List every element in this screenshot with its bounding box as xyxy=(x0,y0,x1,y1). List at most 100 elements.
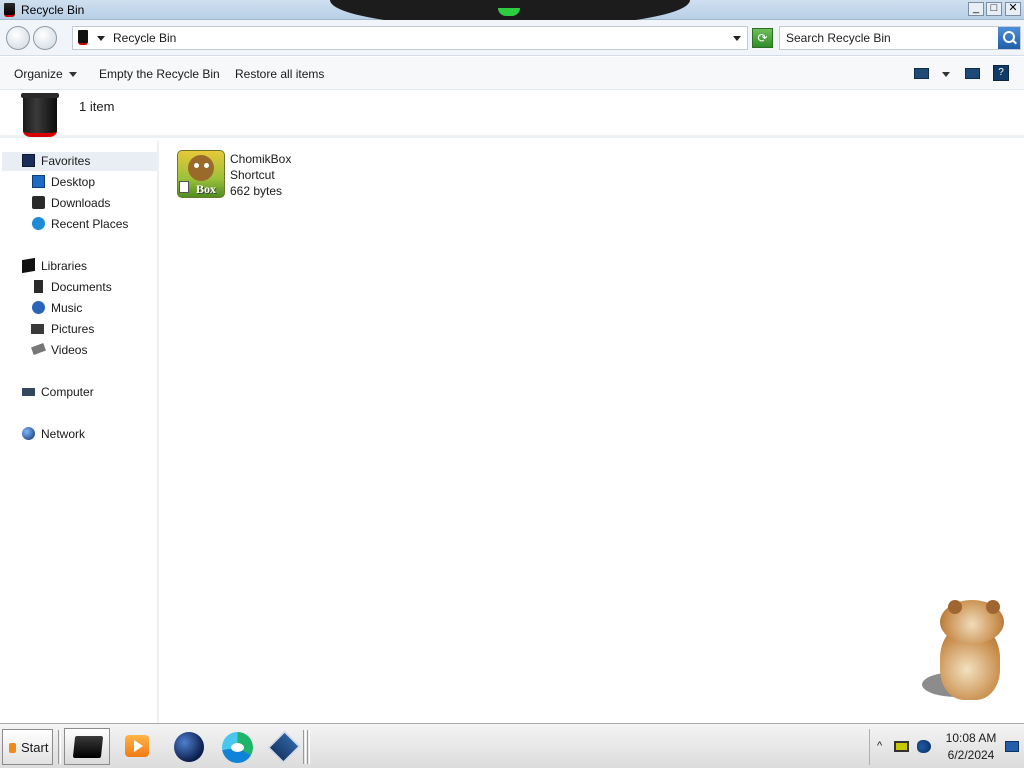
sidebar-item-computer[interactable]: Computer xyxy=(0,383,155,402)
sidebar-item-recent-places[interactable]: Recent Places xyxy=(0,215,155,234)
explorer-icon xyxy=(72,736,104,758)
empty-recycle-bin-button[interactable]: Empty the Recycle Bin xyxy=(99,67,220,81)
sidebar-item-label: Computer xyxy=(41,385,94,399)
address-history-dropdown-icon[interactable] xyxy=(733,36,741,41)
eye-shape xyxy=(204,163,209,168)
network-status-icon[interactable] xyxy=(894,741,909,752)
search-input[interactable] xyxy=(780,27,990,49)
taskbar-media-player-button[interactable] xyxy=(114,728,160,765)
downloads-icon xyxy=(32,196,45,209)
recycle-bin-large-icon xyxy=(21,93,59,137)
navigation-pane: Favorites Desktop Downloads Recent Place… xyxy=(0,141,159,723)
command-bar: Organize Empty the Recycle Bin Restore a… xyxy=(0,57,1024,90)
taskbar-explorer-button[interactable] xyxy=(64,728,110,765)
sidebar-item-documents[interactable]: Documents xyxy=(0,278,155,297)
computer-icon xyxy=(22,388,35,396)
volume-icon[interactable] xyxy=(917,740,931,753)
refresh-button[interactable]: ⟳ xyxy=(752,28,773,48)
recent-places-icon xyxy=(32,217,45,230)
hamster-face-shape xyxy=(188,155,214,181)
item-count: 1 item xyxy=(79,99,115,114)
desktop-icon xyxy=(32,175,45,188)
recycle-bin-icon xyxy=(78,30,88,45)
music-icon xyxy=(32,301,45,314)
taskbar-separator xyxy=(307,730,310,764)
virtualbox-icon xyxy=(267,730,301,764)
search-icon[interactable] xyxy=(998,27,1020,49)
recycle-bin-icon xyxy=(4,3,15,17)
sidebar-item-label: Documents xyxy=(51,280,112,294)
window-title: Recycle Bin xyxy=(21,3,85,17)
help-button[interactable]: ? xyxy=(993,65,1009,81)
system-tray: ^ 10:08 AM 6/2/2024 xyxy=(869,729,1022,765)
sidebar-item-favorites[interactable]: Favorites xyxy=(2,152,157,171)
sidebar-item-label: Recent Places xyxy=(51,217,129,231)
view-options-dropdown-icon[interactable] xyxy=(942,72,950,77)
taskbar-browser-button[interactable] xyxy=(165,728,211,765)
sidebar-item-label: Network xyxy=(41,427,86,441)
clock-date[interactable]: 6/2/2024 xyxy=(941,748,1001,762)
browser-globe-icon xyxy=(174,732,204,762)
file-name[interactable]: ChomikBox xyxy=(230,151,291,167)
hamster-mascot-icon[interactable] xyxy=(920,600,1020,705)
sidebar-item-label: Favorites xyxy=(41,154,91,168)
sidebar-item-music[interactable]: Music xyxy=(0,299,155,318)
sidebar-item-network[interactable]: Network xyxy=(0,425,155,444)
sidebar-item-label: Videos xyxy=(51,343,88,357)
mascot-ear xyxy=(986,600,1000,614)
file-list-pane[interactable]: Box ChomikBox Shortcut 662 bytes xyxy=(161,141,1024,723)
sidebar-item-label: Libraries xyxy=(41,259,88,273)
show-desktop-icon[interactable] xyxy=(1005,741,1019,752)
title-bar: Recycle Bin _ □ ✕ xyxy=(0,0,1024,28)
videos-icon xyxy=(31,343,46,355)
file-item-chomikbox[interactable]: Box ChomikBox Shortcut 662 bytes xyxy=(177,150,317,202)
show-hidden-icons-button[interactable]: ^ xyxy=(877,740,882,752)
clock-time[interactable]: 10:08 AM xyxy=(941,731,1001,745)
taskbar-separator xyxy=(303,730,306,764)
star-icon xyxy=(22,154,35,167)
breadcrumb[interactable]: Recycle Bin xyxy=(72,26,748,50)
forward-button[interactable] xyxy=(33,26,57,50)
led-indicator-icon xyxy=(498,8,520,16)
sidebar-item-label: Pictures xyxy=(51,322,95,336)
icon-label: Box xyxy=(196,182,217,196)
restore-all-items-button[interactable]: Restore all items xyxy=(235,67,324,81)
breadcrumb-item-recycle-bin[interactable]: Recycle Bin xyxy=(113,31,176,45)
sidebar-item-desktop[interactable]: Desktop xyxy=(0,173,155,192)
organize-label: Organize xyxy=(14,67,63,81)
taskbar-virtualbox-button[interactable] xyxy=(262,728,308,765)
pictures-icon xyxy=(31,324,44,334)
network-icon xyxy=(22,427,35,440)
search-box[interactable] xyxy=(779,26,1021,50)
file-type: Shortcut xyxy=(230,168,275,182)
details-header: 1 item xyxy=(0,90,1024,138)
documents-icon xyxy=(34,280,43,293)
sidebar-item-label: Downloads xyxy=(51,196,111,210)
sidebar-item-libraries[interactable]: Libraries xyxy=(0,257,155,276)
edge-icon xyxy=(222,732,253,763)
taskbar-edge-button[interactable] xyxy=(214,728,260,765)
start-orb-icon xyxy=(9,743,16,753)
organize-button[interactable]: Organize xyxy=(14,67,77,81)
eye-shape xyxy=(194,163,199,168)
minimize-button[interactable]: _ xyxy=(968,2,984,16)
chomikbox-icon[interactable]: Box xyxy=(177,150,225,198)
mascot-ear xyxy=(948,600,962,614)
change-view-icon[interactable] xyxy=(914,68,929,79)
back-button[interactable] xyxy=(6,26,30,50)
sidebar-item-videos[interactable]: Videos xyxy=(0,341,155,360)
preview-pane-icon[interactable] xyxy=(965,68,980,79)
close-button[interactable]: ✕ xyxy=(1005,2,1021,16)
taskbar: Start ^ 10:08 AM 6/2/2024 xyxy=(0,723,1024,768)
chevron-down-icon xyxy=(68,72,77,78)
sidebar-item-label: Music xyxy=(51,301,83,315)
file-details: ChomikBox Shortcut 662 bytes xyxy=(230,151,291,199)
start-button[interactable]: Start xyxy=(2,729,53,765)
sidebar-item-pictures[interactable]: Pictures xyxy=(0,320,155,339)
media-player-icon xyxy=(125,735,149,757)
sidebar-item-downloads[interactable]: Downloads xyxy=(0,194,155,213)
shortcut-arrow-icon xyxy=(179,181,189,193)
file-size: 662 bytes xyxy=(230,184,283,198)
maximize-button[interactable]: □ xyxy=(986,2,1002,16)
breadcrumb-chevron-icon[interactable] xyxy=(97,36,105,41)
